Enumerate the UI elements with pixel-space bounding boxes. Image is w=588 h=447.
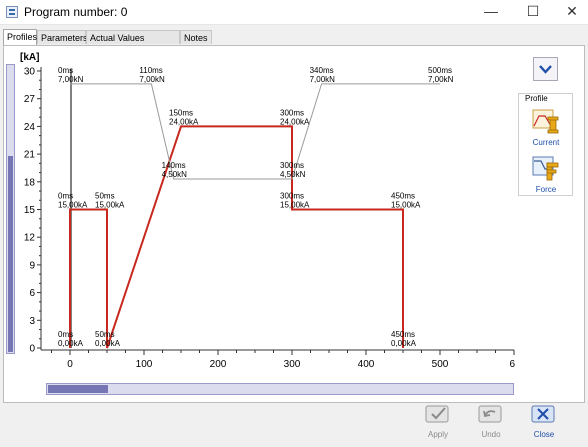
force-profile-button[interactable]: Force (526, 153, 566, 194)
horizontal-scrollbar[interactable] (46, 383, 514, 395)
tab-actual-values-monitoring[interactable]: Actual Values Monitoring (86, 30, 180, 57)
point-annotation-time: 50ms (95, 192, 115, 201)
minimize-button[interactable]: — (475, 0, 507, 24)
point-annotation-value: 0,00kA (58, 339, 84, 348)
tab-parameters[interactable]: Parameters (37, 30, 88, 44)
x-tick-label: 0 (67, 359, 73, 370)
point-annotation-value: 15,00kA (280, 201, 310, 210)
point-annotation-value: 0,00kA (95, 339, 121, 348)
point-annotation-value: 4,50kN (280, 170, 306, 179)
point-annotation-time: 450ms (391, 192, 415, 201)
y-tick-label: 30 (24, 67, 36, 78)
current-profile-icon (532, 109, 559, 134)
y-tick-label: 6 (29, 288, 35, 299)
point-annotation-time: 0ms (58, 330, 73, 339)
point-annotation-value: 15,00kA (95, 201, 125, 210)
point-annotation-value: 7,00kN (310, 75, 336, 84)
y-tick-label: 9 (29, 260, 35, 271)
apply-label: Apply (427, 430, 448, 439)
point-annotation-time: 500ms (428, 66, 452, 75)
close-button[interactable]: Close (525, 403, 563, 439)
undo-label: Undo (481, 430, 501, 439)
point-annotation-time: 140ms (162, 161, 186, 170)
y-tick-label: 0 (29, 344, 35, 355)
x-tick-label: 300 (284, 359, 301, 370)
current-profile-label: Current (532, 138, 560, 147)
x-tick-label: 200 (210, 359, 227, 370)
x-tick-label: 100 (136, 359, 153, 370)
close-label: Close (533, 430, 555, 439)
app-icon (6, 6, 18, 18)
y-tick-label: 15 (24, 205, 36, 216)
force-profile-icon (532, 156, 559, 181)
point-annotation-time: 300ms (280, 108, 304, 117)
point-annotation-time: 300ms (280, 161, 304, 170)
horizontal-scroll-thumb[interactable] (48, 385, 108, 393)
y-tick-label: 3 (29, 316, 35, 327)
point-annotation-value: 0,00kA (391, 339, 417, 348)
collapse-button[interactable] (533, 57, 558, 81)
point-annotation-value: 15,00kA (391, 201, 421, 210)
point-annotation-time: 0ms (58, 192, 73, 201)
chart-series (69, 83, 440, 349)
point-annotation-time: 110ms (139, 66, 162, 75)
y-tick-label: 18 (24, 177, 36, 188)
profile-group-label: Profile (524, 94, 549, 103)
point-annotation-value: 24,00kA (280, 117, 310, 126)
y-tick-label: 24 (24, 122, 36, 133)
y-tick-label: 12 (24, 233, 36, 244)
maximize-button[interactable]: ☐ (517, 0, 549, 24)
apply-button[interactable]: Apply (419, 403, 457, 439)
current-series-line (69, 125, 404, 349)
force-profile-label: Force (535, 185, 557, 194)
profile-chart: 03691215182124273001002003004005006([kA]… (20, 52, 515, 370)
point-annotation-time: 340ms (310, 66, 334, 75)
y-axis-title: [kA] (20, 52, 39, 63)
current-profile-button[interactable]: Current (526, 106, 566, 147)
chart-annotations: 0ms7,00kN110ms7,00kN340ms7,00kN500ms7,00… (58, 66, 454, 348)
point-annotation-time: 300ms (280, 192, 304, 201)
tab-profiles[interactable]: Profiles (3, 29, 37, 45)
chart-axes: 03691215182124273001002003004005006([kA]… (20, 52, 515, 370)
x-tick-label: 6( (510, 359, 515, 370)
undo-button[interactable]: Undo (472, 403, 510, 439)
apply-icon (425, 405, 449, 423)
point-annotation-time: 0ms (58, 66, 73, 75)
point-annotation-value: 7,00kN (58, 75, 84, 84)
tab-notes[interactable]: Notes (180, 30, 212, 44)
point-annotation-time: 450ms (391, 330, 415, 339)
point-annotation-time: 150ms (169, 108, 193, 117)
close-window-button[interactable]: ✕ (556, 0, 588, 24)
point-annotation-value: 7,00kN (139, 75, 165, 84)
window-title: Program number: 0 (24, 5, 128, 19)
force-series-line (70, 83, 440, 180)
chevron-down-icon (539, 65, 552, 74)
undo-icon (478, 405, 502, 423)
y-tick-label: 21 (24, 150, 36, 161)
point-annotation-value: 24,00kA (169, 117, 199, 126)
title-bar: Program number: 0 — ☐ ✕ (0, 0, 588, 25)
point-annotation-value: 4,50kN (162, 170, 188, 179)
close-icon (531, 405, 555, 423)
x-tick-label: 500 (432, 359, 449, 370)
point-annotation-value: 15,00kA (58, 201, 88, 210)
point-annotation-time: 50ms (95, 330, 115, 339)
y-tick-label: 27 (24, 94, 36, 105)
x-tick-label: 400 (358, 359, 375, 370)
point-annotation-value: 7,00kN (428, 75, 454, 84)
